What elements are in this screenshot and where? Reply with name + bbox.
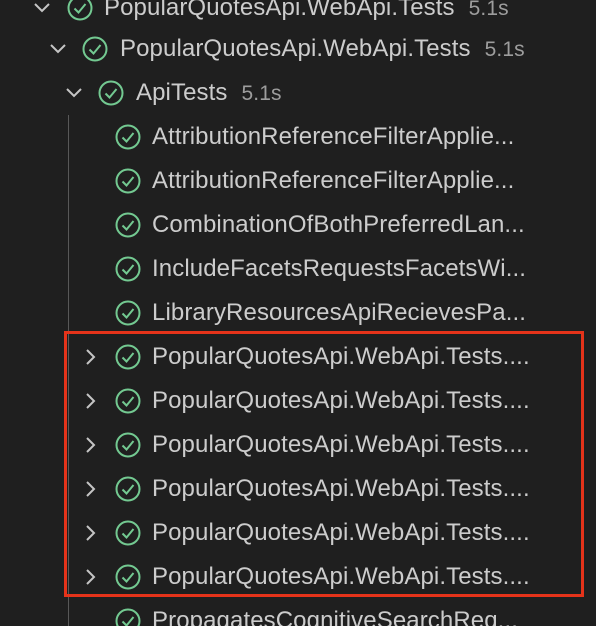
tree-item-root[interactable]: PopularQuotesApi.WebApi.Tests 5.1s <box>0 0 596 30</box>
class-label: ApiTests <box>136 79 228 106</box>
test-label: PopularQuotesApi.WebApi.Tests.... <box>152 343 530 370</box>
check-circle-icon <box>114 211 142 239</box>
check-circle-icon <box>114 475 142 503</box>
test-label: PopularQuotesApi.WebApi.Tests.... <box>152 519 530 546</box>
check-circle-icon <box>114 387 142 415</box>
test-item[interactable]: AttributionReferenceFilterApplie... <box>0 159 596 203</box>
check-circle-icon <box>114 607 142 626</box>
check-circle-icon <box>114 343 142 371</box>
chevron-down-icon[interactable] <box>48 39 68 59</box>
test-label: IncludeFacetsRequestsFacetsWi... <box>152 255 527 282</box>
chevron-right-icon[interactable] <box>80 347 100 367</box>
test-label: PropagatesCognitiveSearchReq... <box>152 607 518 626</box>
test-item-expandable[interactable]: PopularQuotesApi.WebApi.Tests.... <box>0 511 596 555</box>
check-circle-icon <box>114 431 142 459</box>
check-circle-icon <box>114 519 142 547</box>
chevron-right-icon[interactable] <box>80 435 100 455</box>
check-circle-icon <box>81 35 109 63</box>
test-item[interactable]: AttributionReferenceFilterApplie... <box>0 115 596 159</box>
root-duration: 5.1s <box>468 0 509 20</box>
test-item-expandable[interactable]: PopularQuotesApi.WebApi.Tests.... <box>0 335 596 379</box>
test-label: LibraryResourcesApiRecievesPa... <box>152 299 527 326</box>
test-label: PopularQuotesApi.WebApi.Tests.... <box>152 431 530 458</box>
tree-item-project[interactable]: PopularQuotesApi.WebApi.Tests 5.1s <box>0 27 596 71</box>
tree-item-label: PopularQuotesApi.WebApi.Tests 5.1s <box>104 0 509 22</box>
test-item-expandable[interactable]: PopularQuotesApi.WebApi.Tests.... <box>0 423 596 467</box>
tree-item-label: ApiTests 5.1s <box>136 79 282 107</box>
check-circle-icon <box>66 0 94 22</box>
class-duration: 5.1s <box>241 82 282 105</box>
check-circle-icon <box>114 299 142 327</box>
test-label: PopularQuotesApi.WebApi.Tests.... <box>152 387 530 414</box>
test-explorer-tree: PopularQuotesApi.WebApi.Tests 5.1s Popula… <box>0 0 596 626</box>
check-circle-icon <box>114 167 142 195</box>
chevron-right-icon[interactable] <box>80 523 100 543</box>
chevron-down-icon[interactable] <box>32 0 52 18</box>
chevron-down-icon[interactable] <box>64 83 84 103</box>
tree-item-class[interactable]: ApiTests 5.1s <box>0 71 596 115</box>
test-item-expandable[interactable]: PopularQuotesApi.WebApi.Tests.... <box>0 379 596 423</box>
test-item[interactable]: LibraryResourcesApiRecievesPa... <box>0 291 596 335</box>
test-label: AttributionReferenceFilterApplie... <box>152 123 515 150</box>
chevron-right-icon[interactable] <box>80 479 100 499</box>
test-label: PopularQuotesApi.WebApi.Tests.... <box>152 475 530 502</box>
root-label: PopularQuotesApi.WebApi.Tests <box>104 0 455 21</box>
check-circle-icon <box>114 563 142 591</box>
test-item[interactable]: CombinationOfBothPreferredLan... <box>0 203 596 247</box>
test-label: PopularQuotesApi.WebApi.Tests.... <box>152 563 530 590</box>
chevron-right-icon[interactable] <box>80 567 100 587</box>
test-label: CombinationOfBothPreferredLan... <box>152 211 525 238</box>
test-item[interactable]: PropagatesCognitiveSearchReq... <box>0 599 596 626</box>
check-circle-icon <box>114 255 142 283</box>
test-label: AttributionReferenceFilterApplie... <box>152 167 515 194</box>
test-item-expandable[interactable]: PopularQuotesApi.WebApi.Tests.... <box>0 555 596 599</box>
tree-item-label: PopularQuotesApi.WebApi.Tests 5.1s <box>120 35 525 63</box>
project-label: PopularQuotesApi.WebApi.Tests <box>120 35 471 62</box>
check-circle-icon <box>97 79 125 107</box>
check-circle-icon <box>114 123 142 151</box>
test-item[interactable]: IncludeFacetsRequestsFacetsWi... <box>0 247 596 291</box>
chevron-right-icon[interactable] <box>80 391 100 411</box>
project-duration: 5.1s <box>484 38 525 61</box>
test-item-expandable[interactable]: PopularQuotesApi.WebApi.Tests.... <box>0 467 596 511</box>
